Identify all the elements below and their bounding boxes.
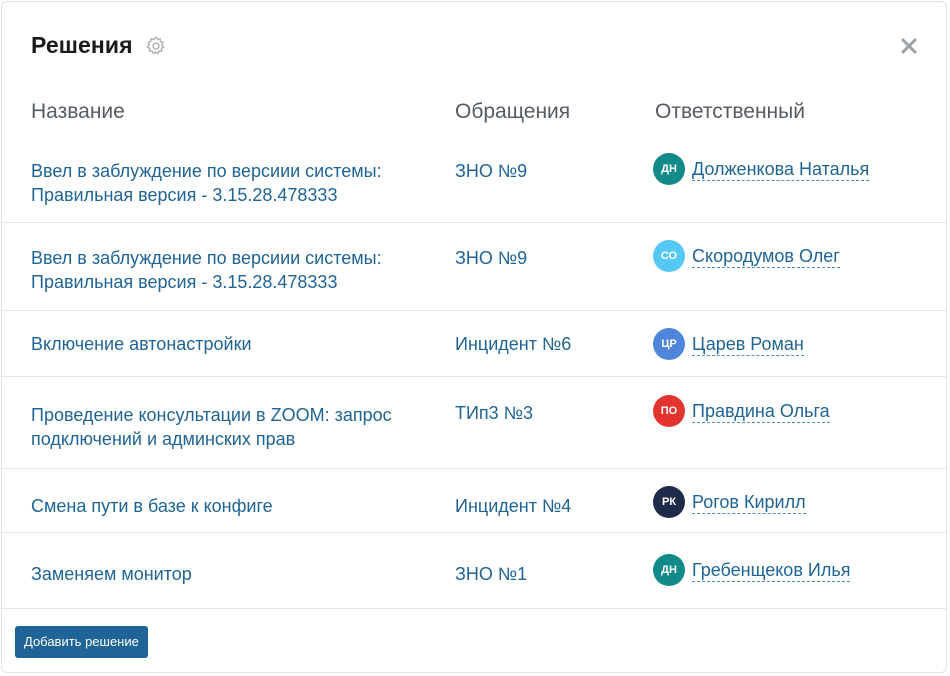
table-row: Проведение консультации в ZOOM: запрос п… [2,377,946,469]
request-link[interactable]: ЗНО №9 [455,159,527,183]
request-link[interactable]: ЗНО №9 [455,246,527,270]
table-row: Ввел в заблуждение по версиии системы: П… [2,223,946,311]
avatar: СО [653,240,685,272]
column-header-responsible: Ответственный [655,100,805,123]
responsible-link[interactable]: Рогов Кирилл [692,491,806,514]
responsible-link[interactable]: Гребенщеков Илья [692,559,851,582]
gear-icon[interactable] [145,35,167,57]
table-row: Ввел в заблуждение по версиии системы: П… [2,142,946,223]
column-header-requests: Обращения [455,100,571,123]
solution-name-link[interactable]: Ввел в заблуждение по версиии системы: П… [31,246,431,294]
responsible-link[interactable]: Правдина Ольга [692,400,830,423]
solution-name-link[interactable]: Смена пути в базе к конфиге [31,494,431,518]
responsible-cell: ПО Правдина Ольга [653,395,830,427]
request-link[interactable]: ТИп3 №3 [455,401,533,425]
dialog-header: Решения [31,32,167,59]
responsible-cell: ДН Долженкова Наталья [653,153,870,185]
responsible-cell: СО Скородумов Олег [653,240,840,272]
responsible-link[interactable]: Царев Роман [692,333,804,356]
column-header-name: Название [31,100,125,123]
close-icon[interactable] [898,35,920,57]
add-solution-button[interactable]: Добавить решение [15,626,148,658]
avatar: ЦР [653,328,685,360]
responsible-cell: ЦР Царев Роман [653,328,804,360]
solution-name-link[interactable]: Включение автонастройки [31,332,431,356]
solutions-dialog: Решения Название Обращения Ответственный… [1,1,947,673]
responsible-link[interactable]: Скородумов Олег [692,245,840,268]
request-link[interactable]: ЗНО №1 [455,562,527,586]
solution-name-link[interactable]: Проведение консультации в ZOOM: запрос п… [31,403,431,451]
avatar: ДН [653,554,685,586]
avatar: РК [653,486,685,518]
responsible-link[interactable]: Долженкова Наталья [692,158,870,181]
responsible-cell: РК Рогов Кирилл [653,486,806,518]
avatar: ПО [653,395,685,427]
dialog-title: Решения [31,32,133,58]
solution-name-link[interactable]: Заменяем монитор [31,562,431,586]
table-row: Смена пути в базе к конфиге Инцидент №4 … [2,469,946,533]
table-row: Включение автонастройки Инцидент №6 ЦР Ц… [2,311,946,377]
request-link[interactable]: Инцидент №6 [455,332,571,356]
solution-name-link[interactable]: Ввел в заблуждение по версиии системы: П… [31,159,431,207]
request-link[interactable]: Инцидент №4 [455,494,571,518]
responsible-cell: ДН Гребенщеков Илья [653,554,851,586]
avatar: ДН [653,153,685,185]
table-row: Заменяем монитор ЗНО №1 ДН Гребенщеков И… [2,533,946,609]
